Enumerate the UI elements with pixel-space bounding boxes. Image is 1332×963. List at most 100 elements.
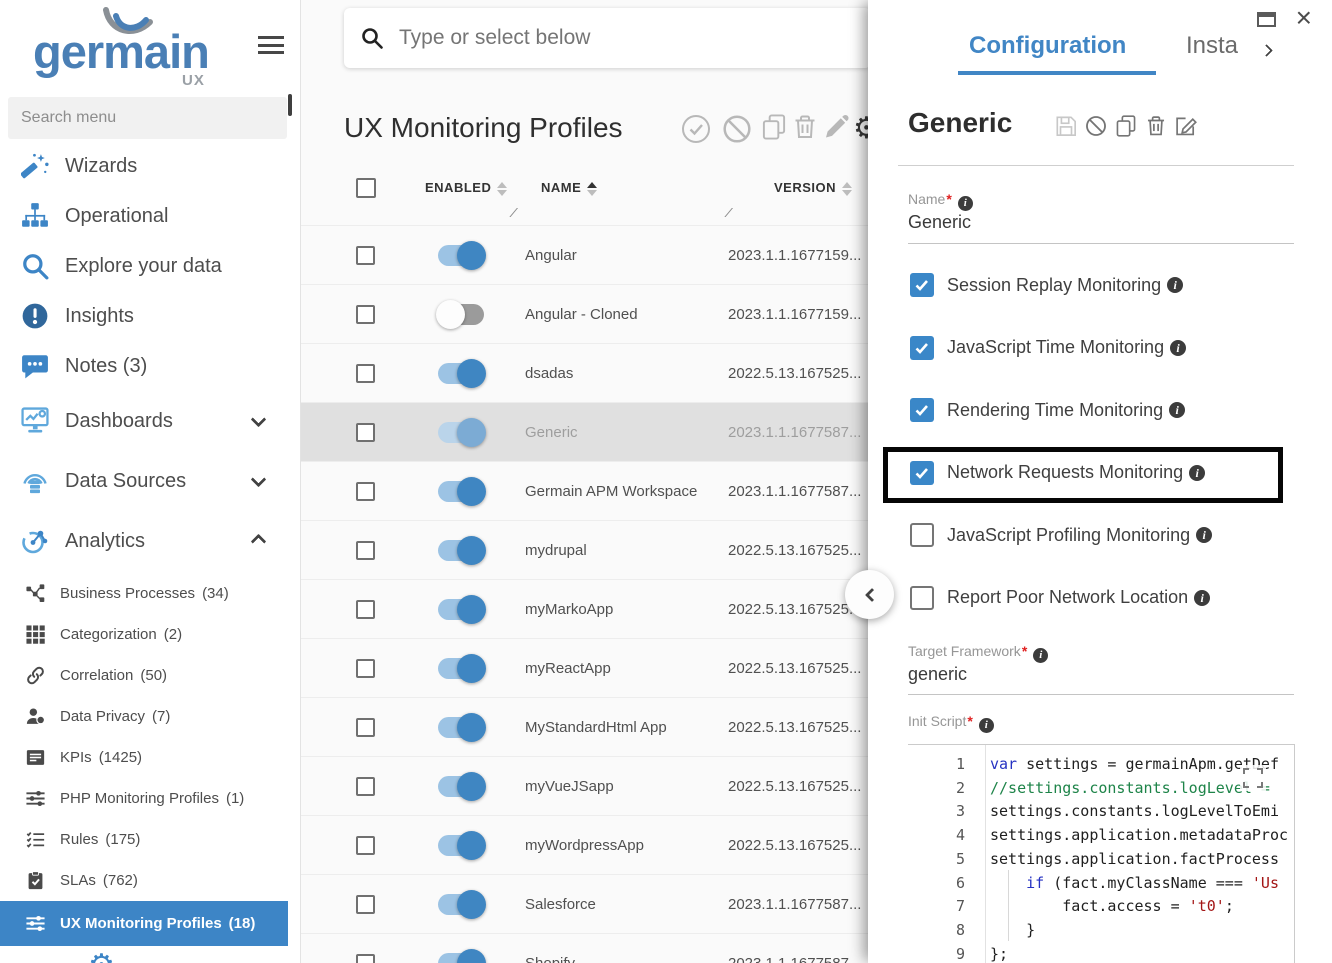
settings-icon[interactable]: ⚙ bbox=[853, 114, 868, 144]
delete-icon[interactable] bbox=[1145, 115, 1167, 142]
info-icon[interactable]: i bbox=[1167, 277, 1183, 293]
hamburger-menu-icon[interactable] bbox=[258, 36, 284, 56]
sidebar-item-operational[interactable]: Operational bbox=[0, 191, 288, 241]
sidebar-item-wizards[interactable]: Wizards bbox=[0, 141, 288, 191]
column-header-version[interactable]: VERSION bbox=[774, 180, 852, 196]
name-field-value[interactable]: Generic bbox=[908, 212, 971, 233]
approve-icon[interactable] bbox=[681, 114, 711, 149]
edit-icon[interactable] bbox=[823, 114, 849, 145]
enabled-toggle[interactable] bbox=[438, 243, 484, 268]
info-icon[interactable]: i bbox=[1169, 402, 1185, 418]
column-resize-handle[interactable]: ∕∕ bbox=[511, 205, 515, 220]
enabled-toggle[interactable] bbox=[438, 361, 484, 386]
row-checkbox[interactable] bbox=[356, 954, 375, 963]
row-checkbox[interactable] bbox=[356, 246, 375, 265]
copy-icon[interactable] bbox=[761, 114, 787, 145]
sidebar-item-data-privacy[interactable]: Data Privacy (7) bbox=[0, 696, 288, 737]
enabled-toggle[interactable] bbox=[438, 951, 484, 963]
checkbox[interactable] bbox=[910, 336, 934, 360]
edit-square-icon[interactable] bbox=[1175, 115, 1197, 142]
column-resize-handle[interactable]: ∕∕ bbox=[726, 205, 730, 220]
info-icon[interactable]: i bbox=[1196, 527, 1212, 543]
row-checkbox[interactable] bbox=[356, 659, 375, 678]
row-checkbox[interactable] bbox=[356, 895, 375, 914]
sidebar-item-rules[interactable]: Rules (175) bbox=[0, 819, 288, 860]
row-checkbox[interactable] bbox=[356, 482, 375, 501]
row-checkbox[interactable] bbox=[356, 777, 375, 796]
table-row[interactable]: dsadas 2022.5.13.167525... bbox=[301, 343, 868, 402]
checkbox-row-report-poor-network-location[interactable]: Report Poor Network Location i bbox=[910, 581, 1210, 615]
enabled-toggle[interactable] bbox=[438, 420, 484, 445]
close-icon[interactable]: × bbox=[1296, 2, 1312, 34]
sidebar-search-input[interactable] bbox=[8, 97, 287, 139]
table-row[interactable]: Shopify 2023.1.1.1677587... bbox=[301, 933, 868, 963]
table-row[interactable]: Generic 2023.1.1.1677587... bbox=[301, 402, 868, 461]
table-row[interactable]: Angular - Cloned 2023.1.1.1677159... bbox=[301, 284, 868, 343]
enabled-toggle[interactable] bbox=[438, 656, 484, 681]
sidebar-item-analytics[interactable]: Analytics bbox=[0, 511, 288, 571]
enabled-toggle[interactable] bbox=[438, 597, 484, 622]
enabled-toggle[interactable] bbox=[438, 538, 484, 563]
row-checkbox[interactable] bbox=[356, 423, 375, 442]
ban-icon[interactable] bbox=[1085, 115, 1107, 142]
column-header-name[interactable]: NAME bbox=[541, 180, 597, 196]
copy-icon[interactable] bbox=[1115, 115, 1137, 142]
select-all-checkbox[interactable] bbox=[356, 178, 376, 198]
gear-icon[interactable]: ⚙ bbox=[88, 948, 115, 963]
table-row[interactable]: myReactApp 2022.5.13.167525... bbox=[301, 638, 868, 697]
maximize-icon[interactable] bbox=[1257, 12, 1276, 27]
info-icon[interactable]: i bbox=[979, 718, 994, 733]
tab-scroll-right-icon[interactable] bbox=[1262, 42, 1271, 60]
panel-collapse-button[interactable] bbox=[845, 570, 894, 619]
enabled-toggle[interactable] bbox=[438, 833, 484, 858]
checkbox-row-network-requests-monitoring[interactable]: Network Requests Monitoring i bbox=[910, 456, 1205, 490]
checkbox[interactable] bbox=[910, 273, 934, 297]
enabled-toggle[interactable] bbox=[438, 892, 484, 917]
table-row[interactable]: myMarkoApp 2022.5.13.167525... bbox=[301, 579, 868, 638]
sidebar-scrollbar[interactable] bbox=[288, 94, 292, 116]
checkbox[interactable] bbox=[910, 523, 934, 547]
tab-installation[interactable]: Insta bbox=[1186, 32, 1238, 60]
target-framework-value[interactable]: generic bbox=[908, 664, 967, 685]
sidebar-item-dashboards[interactable]: Dashboards bbox=[0, 391, 288, 451]
ban-icon[interactable] bbox=[722, 114, 752, 149]
row-checkbox[interactable] bbox=[356, 305, 375, 324]
checkbox[interactable] bbox=[910, 461, 934, 485]
row-checkbox[interactable] bbox=[356, 600, 375, 619]
sidebar-item-explore-your-data[interactable]: Explore your data bbox=[0, 241, 288, 291]
checkbox-row-session-replay-monitoring[interactable]: Session Replay Monitoring i bbox=[910, 268, 1183, 302]
row-checkbox[interactable] bbox=[356, 541, 375, 560]
sidebar-item-insights[interactable]: Insights bbox=[0, 291, 288, 341]
sidebar-item-categorization[interactable]: Categorization (2) bbox=[0, 614, 288, 655]
enabled-toggle[interactable] bbox=[438, 302, 484, 327]
checkbox-row-javascript-profiling-monitoring[interactable]: JavaScript Profiling Monitoring i bbox=[910, 518, 1212, 552]
init-script-editor[interactable]: 1var settings = germainApm.getDef2//sett… bbox=[908, 744, 1295, 963]
sidebar-item-notes[interactable]: Notes (3) bbox=[0, 341, 288, 391]
sidebar-item-php-monitoring-profiles[interactable]: PHP Monitoring Profiles (1) bbox=[0, 778, 288, 819]
row-checkbox[interactable] bbox=[356, 718, 375, 737]
checkbox[interactable] bbox=[910, 586, 934, 610]
enabled-toggle[interactable] bbox=[438, 479, 484, 504]
table-row[interactable]: mydrupal 2022.5.13.167525... bbox=[301, 520, 868, 579]
checkbox[interactable] bbox=[910, 398, 934, 422]
row-checkbox[interactable] bbox=[356, 364, 375, 383]
table-row[interactable]: Salesforce 2023.1.1.1677587... bbox=[301, 874, 868, 933]
info-icon[interactable]: i bbox=[1194, 590, 1210, 606]
sidebar-item-business-processes[interactable]: Business Processes (34) bbox=[0, 573, 288, 614]
info-icon[interactable]: i bbox=[958, 196, 973, 211]
table-row[interactable]: Germain APM Workspace 2023.1.1.1677587..… bbox=[301, 461, 868, 520]
sidebar-item-kpis[interactable]: KPIs (1425) bbox=[0, 737, 288, 778]
info-icon[interactable]: i bbox=[1189, 465, 1205, 481]
expand-icon[interactable] bbox=[1240, 765, 1266, 791]
row-checkbox[interactable] bbox=[356, 836, 375, 855]
column-header-enabled[interactable]: ENABLED bbox=[425, 180, 507, 196]
sidebar-item-slas[interactable]: SLAs (762) bbox=[0, 860, 288, 901]
checkbox-row-javascript-time-monitoring[interactable]: JavaScript Time Monitoring i bbox=[910, 331, 1186, 365]
profiles-search-input[interactable] bbox=[399, 26, 819, 50]
delete-icon[interactable] bbox=[792, 114, 818, 145]
sidebar-item-data-sources[interactable]: Data Sources bbox=[0, 451, 288, 511]
enabled-toggle[interactable] bbox=[438, 715, 484, 740]
table-row[interactable]: myVueJSapp 2022.5.13.167525... bbox=[301, 756, 868, 815]
tab-configuration[interactable]: Configuration bbox=[969, 32, 1126, 60]
enabled-toggle[interactable] bbox=[438, 774, 484, 799]
